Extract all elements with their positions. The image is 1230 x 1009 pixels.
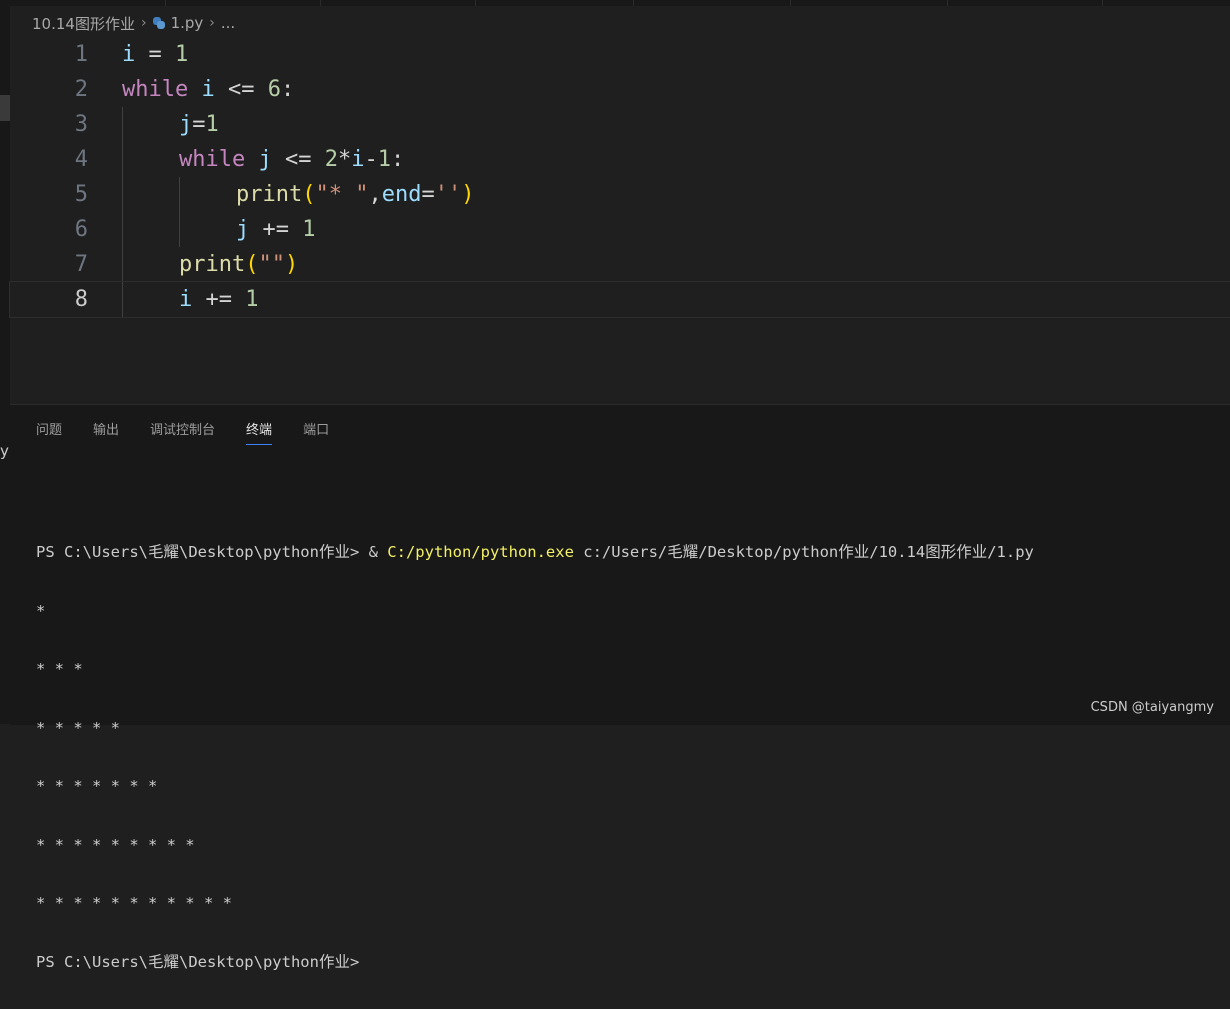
code-line[interactable]: 6 j += 1 — [10, 212, 1230, 247]
tab-debug-console[interactable]: 调试控制台 — [150, 419, 215, 445]
code-line-current[interactable]: 8 i += 1 — [9, 281, 1230, 318]
sidebar-active-indicator — [0, 95, 10, 121]
code-token: += — [192, 287, 246, 312]
code-token: i — [179, 287, 193, 312]
line-number: 8 — [74, 287, 88, 312]
panel-tabs: 问题 输出 调试控制台 终端 端口 — [36, 419, 329, 445]
code-token: while — [122, 77, 189, 102]
code-token: - — [364, 147, 378, 172]
tab-output[interactable]: 输出 — [93, 419, 119, 445]
code-token: 1 — [205, 112, 219, 137]
chevron-right-icon: › — [209, 15, 215, 31]
line-number: 7 — [74, 252, 88, 277]
watermark: CSDN @taiyangmy — [1090, 700, 1214, 715]
line-number: 5 — [74, 182, 88, 207]
code-token: print — [236, 182, 303, 207]
breadcrumb-more[interactable]: ... — [221, 14, 235, 32]
code-token: j — [258, 147, 272, 172]
line-number: 4 — [74, 147, 88, 172]
code-text: j=1 — [179, 107, 219, 142]
python-file-icon — [152, 17, 165, 29]
chevron-right-icon: › — [140, 15, 147, 31]
code-token: 1 — [377, 147, 391, 172]
code-token: '' — [434, 182, 462, 207]
terminal-output-line: * * * * * * * * * * * — [36, 894, 232, 912]
code-token: <= — [214, 77, 268, 102]
code-token: ( — [302, 182, 316, 207]
code-token: = — [135, 42, 175, 67]
code-token: <= — [271, 147, 325, 172]
bottom-panel: 问题 输出 调试控制台 终端 端口 PS C:\Users\毛耀\Desktop… — [10, 404, 1230, 971]
code-line[interactable]: 1 i = 1 — [10, 37, 1230, 72]
terminal-output-line: * * * — [36, 660, 83, 678]
breadcrumb-file[interactable]: 1.py — [171, 14, 204, 32]
terminal-output[interactable]: PS C:\Users\毛耀\Desktop\python作业> & C:/py… — [36, 505, 1034, 1009]
code-text: i = 1 — [122, 37, 188, 72]
code-text: while i <= 6: — [122, 72, 294, 107]
code-line[interactable]: 7 print("") — [10, 247, 1230, 282]
code-text: print("") — [179, 247, 298, 282]
code-token: += — [249, 217, 303, 242]
code-token: : — [280, 77, 295, 102]
code-text: i += 1 — [179, 282, 258, 317]
code-token: i — [351, 147, 365, 172]
code-line[interactable]: 5 print("* ",end='') — [10, 177, 1230, 212]
code-token: 1 — [245, 287, 259, 312]
terminal-prompt: PS C:\Users\毛耀\Desktop\python作业> & — [36, 543, 388, 561]
code-token: j — [236, 217, 250, 242]
tab-problems[interactable]: 问题 — [36, 419, 62, 445]
sidebar-text-fragment: y — [0, 442, 9, 460]
code-token: 2 — [324, 147, 338, 172]
code-token: ) — [461, 182, 475, 207]
code-token: while — [179, 147, 246, 172]
line-number: 3 — [74, 112, 88, 137]
line-number: 6 — [74, 217, 88, 242]
code-token: 6 — [267, 77, 281, 102]
breadcrumb: 10.14图形作业 › 1.py › ... — [32, 12, 235, 34]
code-editor[interactable]: 1 i = 1 2 while i <= 6: 3 j=1 4 while j … — [9, 37, 1230, 318]
terminal-argument: c:/Users/毛耀/Desktop/python作业/10.14图形作业/1… — [573, 543, 1034, 561]
code-token: i — [122, 42, 136, 67]
terminal-executable: C:/python/python.exe — [387, 543, 574, 561]
code-token: print — [179, 252, 246, 277]
code-token: , — [368, 182, 382, 207]
tab-ports[interactable]: 端口 — [303, 419, 329, 445]
code-text: print("* ",end='') — [236, 177, 474, 212]
tab-terminal[interactable]: 终端 — [246, 419, 273, 445]
code-token: * — [337, 147, 352, 172]
terminal-prompt-line: PS C:\Users\毛耀\Desktop\python作业> — [36, 952, 360, 971]
terminal-output-line: * * * * * * * * * — [36, 835, 195, 854]
code-token: "" — [258, 252, 285, 277]
code-token: : — [390, 147, 405, 172]
code-token: = — [192, 112, 206, 137]
code-token: 1 — [175, 42, 189, 67]
code-text: while j <= 2*i-1: — [179, 142, 404, 177]
code-token: = — [421, 182, 435, 207]
code-token: "* " — [315, 182, 369, 207]
code-token: ) — [284, 252, 299, 277]
code-token: end — [381, 182, 422, 207]
code-text: j += 1 — [236, 212, 315, 247]
code-token: i — [201, 77, 215, 102]
terminal-command-line: PS C:\Users\毛耀\Desktop\python作业> & C:/py… — [36, 541, 1034, 564]
code-token: ( — [245, 252, 259, 277]
terminal-output-line: * — [36, 601, 46, 620]
code-token: j — [179, 112, 193, 137]
code-line[interactable]: 4 while j <= 2*i-1: — [10, 142, 1230, 177]
left-sidebar-strip: y — [0, 0, 10, 724]
line-number: 1 — [74, 42, 88, 67]
line-number: 2 — [74, 77, 88, 102]
terminal-output-line: * * * * * — [36, 718, 120, 737]
code-token: 1 — [302, 217, 316, 242]
editor-tab-strip — [10, 0, 1230, 6]
breadcrumb-folder[interactable]: 10.14图形作业 — [32, 13, 135, 34]
code-line[interactable]: 3 j=1 — [10, 107, 1230, 142]
code-line[interactable]: 2 while i <= 6: — [10, 72, 1230, 107]
terminal-output-line: * * * * * * * — [36, 777, 158, 795]
